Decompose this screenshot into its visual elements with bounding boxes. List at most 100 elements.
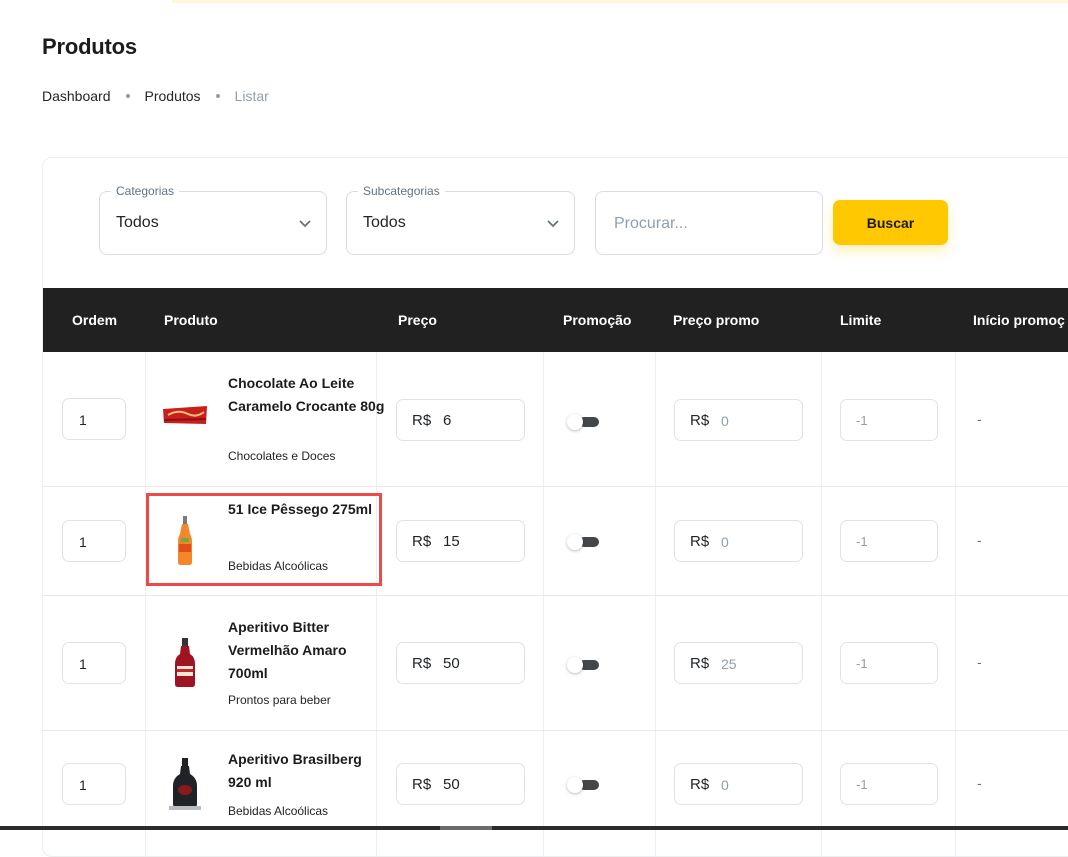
price-value: 15	[443, 533, 460, 550]
promo-price-input[interactable]: R$ 0	[674, 399, 803, 441]
promo-start-value: -	[977, 775, 982, 791]
subcategories-select[interactable]: Subcategorias Todos	[346, 184, 575, 255]
promo-price-value: 0	[721, 413, 729, 429]
promo-currency: R$	[690, 776, 710, 793]
promotion-toggle[interactable]	[565, 534, 603, 550]
categories-select[interactable]: Categorias Todos	[99, 184, 327, 255]
order-value: 1	[79, 656, 87, 672]
price-currency: R$	[412, 776, 432, 793]
price-input[interactable]: R$ 50	[396, 763, 525, 805]
promo-currency: R$	[690, 655, 710, 672]
column-divider	[821, 352, 822, 486]
header-inicio-promocao[interactable]: Início promoç	[973, 312, 1065, 328]
chevron-down-icon	[299, 220, 311, 228]
promo-price-value: 0	[721, 777, 729, 793]
header-preco-promo[interactable]: Preço promo	[673, 312, 759, 328]
product-category: Chocolates e Doces	[228, 449, 336, 463]
horizontal-scrollbar[interactable]	[0, 826, 1068, 830]
breadcrumb: Dashboard Produtos Listar	[42, 88, 269, 104]
column-divider	[543, 596, 544, 730]
scrollbar-thumb[interactable]	[440, 826, 492, 830]
breadcrumb-produtos[interactable]: Produtos	[145, 88, 201, 104]
categories-value: Todos	[116, 214, 159, 231]
header-produto[interactable]: Produto	[164, 312, 218, 328]
limit-input[interactable]: -1	[840, 642, 938, 684]
price-currency: R$	[412, 533, 432, 550]
column-divider	[955, 596, 956, 730]
column-divider	[145, 596, 146, 730]
column-divider	[955, 487, 956, 595]
price-input[interactable]: R$ 50	[396, 642, 525, 684]
order-input[interactable]: 1	[62, 398, 126, 440]
column-divider	[543, 352, 544, 486]
column-divider	[821, 487, 822, 595]
table-row: 1 Chocolate Ao Leite Caramelo Crocante 8…	[43, 352, 1068, 487]
column-divider	[821, 731, 822, 856]
column-divider	[821, 596, 822, 730]
order-input[interactable]: 1	[62, 763, 126, 805]
categories-label: Categorias	[111, 184, 180, 198]
search-field[interactable]	[595, 191, 823, 255]
toggle-knob	[567, 534, 583, 550]
product-name[interactable]: Aperitivo Brasilberg 920 ml	[228, 748, 388, 794]
column-divider	[955, 352, 956, 486]
header-ordem[interactable]: Ordem	[72, 312, 117, 328]
order-value: 1	[79, 777, 87, 793]
price-input[interactable]: R$ 15	[396, 520, 525, 562]
table-row: 1 Aperitivo Bitter Vermelhão Amaro 700ml…	[43, 596, 1068, 731]
column-divider	[145, 352, 146, 486]
column-divider	[543, 731, 544, 856]
order-value: 1	[79, 412, 87, 428]
product-thumbnail[interactable]	[160, 756, 210, 812]
order-input[interactable]: 1	[62, 520, 126, 562]
promo-currency: R$	[690, 533, 710, 550]
order-value: 1	[79, 534, 87, 550]
search-input[interactable]	[612, 212, 808, 236]
column-divider	[655, 596, 656, 730]
column-divider	[655, 487, 656, 595]
toggle-knob	[567, 777, 583, 793]
subcategories-label: Subcategorias	[358, 184, 445, 198]
breadcrumb-listar: Listar	[234, 88, 269, 104]
promo-price-input[interactable]: R$ 0	[674, 520, 803, 562]
product-category: Bebidas Alcoólicas	[228, 559, 329, 573]
search-button[interactable]: Buscar	[833, 200, 948, 245]
column-divider	[543, 487, 544, 595]
top-banner	[172, 0, 1068, 3]
subcategories-value: Todos	[363, 214, 406, 231]
limit-input[interactable]: -1	[840, 763, 938, 805]
promo-start-value: -	[977, 532, 982, 548]
table-row: 1 51 Ice Pêssego 275ml Bebidas Alcoólica…	[43, 487, 1068, 596]
product-thumbnail[interactable]	[160, 403, 210, 427]
limit-value: -1	[856, 777, 868, 792]
promotion-toggle[interactable]	[565, 414, 603, 430]
product-thumbnail[interactable]	[160, 514, 210, 568]
promotion-toggle[interactable]	[565, 777, 603, 793]
column-divider	[655, 352, 656, 486]
promo-currency: R$	[690, 412, 710, 429]
header-promocao[interactable]: Promoção	[563, 312, 631, 328]
promo-price-input[interactable]: R$ 0	[674, 763, 803, 805]
product-name[interactable]: Aperitivo Bitter Vermelhão Amaro 700ml	[228, 616, 388, 685]
price-input[interactable]: R$ 6	[396, 399, 525, 441]
product-category: Prontos para beber	[228, 693, 331, 707]
header-limite[interactable]: Limite	[840, 312, 881, 328]
promotion-toggle[interactable]	[565, 657, 603, 673]
header-preco[interactable]: Preço	[398, 312, 437, 328]
product-name[interactable]: Chocolate Ao Leite Caramelo Crocante 80g	[228, 372, 388, 418]
toggle-knob	[567, 657, 583, 673]
breadcrumb-dashboard[interactable]: Dashboard	[42, 88, 111, 104]
limit-value: -1	[856, 656, 868, 671]
limit-value: -1	[856, 534, 868, 549]
limit-input[interactable]: -1	[840, 399, 938, 441]
limit-value: -1	[856, 413, 868, 428]
product-thumbnail[interactable]	[160, 636, 210, 690]
order-input[interactable]: 1	[62, 642, 126, 684]
column-divider	[955, 731, 956, 856]
price-currency: R$	[412, 655, 432, 672]
promo-price-value: 25	[721, 656, 737, 672]
product-name[interactable]: 51 Ice Pêssego 275ml	[228, 498, 388, 521]
page-title: Produtos	[42, 34, 137, 59]
limit-input[interactable]: -1	[840, 520, 938, 562]
promo-price-input[interactable]: R$ 25	[674, 642, 803, 684]
